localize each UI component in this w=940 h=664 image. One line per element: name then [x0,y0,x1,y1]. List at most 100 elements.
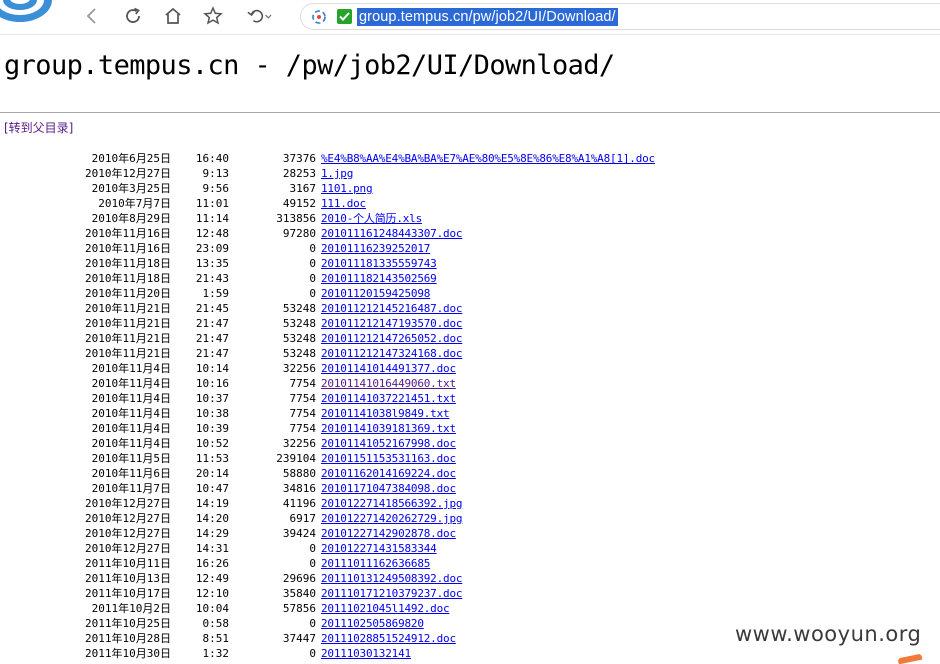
listing-row: 2010年11月4日 10:38 7754 20101141038l9849.txt [0,406,940,421]
file-date: 2011年10月30日 [85,647,171,660]
file-size: 53248 [282,332,316,345]
file-link[interactable]: 20101141014491377.doc [321,361,456,376]
file-time: 14:19 [195,497,229,510]
file-date: 2010年11月21日 [85,332,171,345]
file-link[interactable]: 20101162014169224.doc [321,466,456,481]
listing-row: 2011年10月11日 16:26 0 20111011162636685 [0,556,940,571]
file-link[interactable]: 201012271431583344 [321,541,437,556]
file-link[interactable]: 201011212145216487.doc [321,301,462,316]
file-size: 0 [309,272,316,285]
file-size: 57856 [282,602,316,615]
listing-row: 2010年7月7日 11:01 49152 111.doc [0,196,940,211]
file-link[interactable]: 20101171047384098.doc [321,481,456,496]
file-link[interactable]: 20111021045l1492.doc [321,601,450,616]
file-time: 9:56 [202,182,230,195]
file-link[interactable]: 201011161248443307.doc [321,226,462,241]
file-link[interactable]: 20101141038l9849.txt [321,406,450,421]
file-link[interactable]: 20111030132141 [321,646,411,661]
listing-row: 2010年12月27日 9:13 28253 1.jpg [0,166,940,181]
file-link[interactable]: 20111011162636685 [321,556,430,571]
file-date: 2010年11月6日 [91,467,171,480]
address-bar[interactable]: group.tempus.cn/pw/job2/UI/Download/ [300,3,940,30]
listing-row: 2010年6月25日 16:40 37376 %E4%B8%AA%E4%BA%BA%E… [0,151,940,166]
file-size: 53248 [282,302,316,315]
listing-row: 2010年11月18日 21:43 0 201011182143502569 [0,271,940,286]
star-icon [203,6,223,25]
file-date: 2011年10月11日 [85,557,171,570]
file-size: 0 [309,617,316,630]
file-date: 2010年12月27日 [85,527,171,540]
browser-logo-icon[interactable] [0,0,58,28]
listing-row: 2010年11月20日 1:59 0 20101120159425098 [0,286,940,301]
file-time: 8:51 [202,632,230,645]
file-time: 14:29 [195,527,229,540]
file-link[interactable]: 201011181335559743 [321,256,437,271]
file-link[interactable]: 201011212147193570.doc [321,316,462,331]
file-size: 37447 [282,632,316,645]
file-link[interactable]: 2011102505869820 [321,616,424,631]
home-button[interactable] [160,4,186,28]
file-size: 6917 [289,512,317,525]
file-link[interactable]: 20101141016449060.txt [321,376,456,391]
file-time: 21:47 [195,347,229,360]
listing-row: 2011年10月30日 1:32 0 20111030132141 [0,646,940,661]
listing-row: 2011年10月2日 10:04 57856 20111021045l1492.doc [0,601,940,616]
file-time: 10:37 [195,392,229,405]
file-size: 7754 [289,407,317,420]
file-time: 23:09 [195,242,229,255]
file-time: 21:47 [195,317,229,330]
file-link[interactable]: 20101141039181369.txt [321,421,456,436]
file-date: 2011年10月17日 [85,587,171,600]
file-date: 2010年7月7日 [98,197,171,210]
file-link[interactable]: %E4%B8%AA%E4%BA%BA%E7%AE%80%E5%8E%86%E8%… [321,151,655,166]
file-time: 13:35 [195,257,229,270]
file-time: 1:32 [202,647,230,660]
file-link[interactable]: 20101116239252017 [321,241,430,256]
file-size: 0 [309,242,316,255]
file-date: 2011年10月13日 [85,572,171,585]
file-link[interactable]: 2010-个人简历.xls [321,211,422,226]
file-link[interactable]: 201011182143502569 [321,271,437,286]
file-link[interactable]: 20101120159425098 [321,286,430,301]
file-link[interactable]: 201011212147265052.doc [321,331,462,346]
url-text[interactable]: group.tempus.cn/pw/job2/UI/Download/ [357,8,618,26]
favorite-button[interactable] [200,4,226,28]
listing-row: 2010年8月29日 11:14 313856 2010-个人简历.xls [0,211,940,226]
undo-button[interactable] [246,4,272,28]
file-date: 2010年11月4日 [91,377,171,390]
file-date: 2010年11月21日 [85,302,171,315]
file-size: 7754 [289,377,317,390]
file-link[interactable]: 201012271420262729.jpg [321,511,462,526]
file-link[interactable]: 1101.png [321,181,373,196]
file-size: 37376 [282,152,316,165]
file-date: 2010年11月4日 [91,437,171,450]
file-time: 10:52 [195,437,229,450]
file-link[interactable]: 201110131249508392.doc [321,571,462,586]
file-link[interactable]: 201012271418566392.jpg [321,496,462,511]
file-size: 7754 [289,422,317,435]
listing-row: 2011年10月17日 12:10 35840 201110171210379237.… [0,586,940,601]
file-time: 1:59 [202,287,230,300]
site-info-icon[interactable] [311,9,327,25]
file-link[interactable]: 20101141037221451.txt [321,391,456,406]
parent-directory-link[interactable]: [转到父目录] [4,121,73,136]
file-link[interactable]: 20111028851524912.doc [321,631,456,646]
file-link[interactable]: 1.jpg [321,166,353,181]
file-link[interactable]: 201110171210379237.doc [321,586,462,601]
file-time: 0:58 [202,617,230,630]
file-link[interactable]: 20101227142902878.doc [321,526,456,541]
file-time: 10:14 [195,362,229,375]
file-time: 14:20 [195,512,229,525]
listing-row: 2010年11月4日 10:52 32256 20101141052167998.do… [0,436,940,451]
file-date: 2011年10月2日 [91,602,171,615]
file-link[interactable]: 111.doc [321,196,366,211]
file-link[interactable]: 201011212147324168.doc [321,346,462,361]
file-link[interactable]: 20101151153531163.doc [321,451,456,466]
back-button[interactable] [79,4,105,28]
page-title: group.tempus.cn - /pw/job2/UI/Download/ [4,50,615,81]
file-size: 97280 [282,227,316,240]
file-link[interactable]: 20101141052167998.doc [321,436,456,451]
reload-button[interactable] [120,4,146,28]
listing-row: 2010年11月4日 10:16 7754 20101141016449060.txt [0,376,940,391]
file-time: 20:14 [195,467,229,480]
